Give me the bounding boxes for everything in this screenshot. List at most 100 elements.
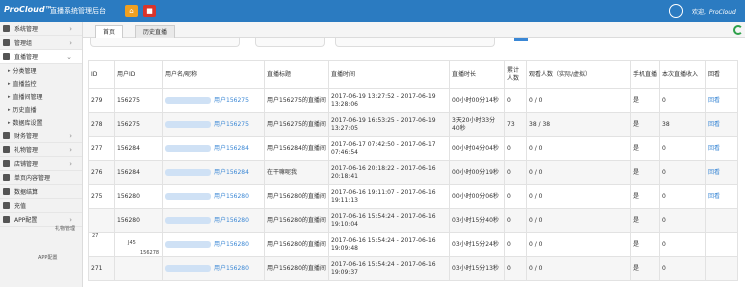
cell-title: 用户156280的直播间 <box>264 256 329 281</box>
cell-viewers: 0 / 0 <box>526 136 631 161</box>
nickname-link[interactable]: 用户156280 <box>214 265 249 272</box>
nickname-link[interactable]: 用户156275 <box>214 121 249 128</box>
redacted-name <box>165 264 211 272</box>
cell-mobile: 是 <box>630 88 660 113</box>
settings-icon <box>3 25 10 32</box>
monitor-icon <box>3 39 10 46</box>
top-header: ProCloud™ 直播系统管理后台 ⌂ ■ 欢迎, ProCloud <box>0 0 745 22</box>
col-income: 本次直播收入 <box>659 60 706 89</box>
cell-time: 2017-06-17 07:42:50 - 2017-06-17 07:46:5… <box>328 136 450 161</box>
sidebar-item-recharge[interactable]: 充值 <box>0 199 82 213</box>
cell-mobile: 是 <box>630 184 660 209</box>
sidebar-item-label: 财务管理 <box>14 133 39 140</box>
cell-id: 271 <box>88 256 115 281</box>
cell-username: 用户156280 <box>162 208 265 233</box>
filter-field[interactable] <box>90 38 240 47</box>
table-row: 156280 用户156280 用户156280的直播间 2017-06-16 … <box>88 208 738 233</box>
cell-username: 用户156284 <box>162 160 265 185</box>
sidebar-subitem-label: 直播间管理 <box>12 94 43 101</box>
home-icon: ⌂ <box>129 7 134 15</box>
cell-duration: 03小时15分24秒 <box>449 232 505 257</box>
ghost-id: 27 <box>92 233 99 239</box>
sidebar-subitem-history[interactable]: ▸ 历史直播 <box>0 103 82 116</box>
filter-field[interactable] <box>255 38 325 47</box>
chevron-down-icon: ⌄ <box>66 52 72 61</box>
cell-replay <box>705 232 738 257</box>
cell-username: 用户156280 <box>162 184 265 209</box>
replay-link[interactable]: 回看 <box>708 193 720 200</box>
cell-mobile: 是 <box>630 208 660 233</box>
col-total: 累计人数 <box>504 60 527 89</box>
cell-total: 0 <box>504 208 527 233</box>
sidebar-subitem-monitor[interactable]: ▸ 直播监控 <box>0 77 82 90</box>
cell-total: 0 <box>504 160 527 185</box>
tab-bar: 首页 历史直播 <box>83 22 745 38</box>
cell-duration: 00小时00分14秒 <box>449 88 505 113</box>
avatar[interactable] <box>669 4 683 18</box>
cell-replay <box>705 256 738 281</box>
sidebar-item-finance[interactable]: 财务管理 › <box>0 129 82 143</box>
sidebar-subitem-db[interactable]: ▸ 数据库设置 <box>0 116 82 129</box>
nickname-link[interactable]: 用户156280 <box>214 217 249 224</box>
col-replay: 回看 <box>705 60 738 89</box>
nickname-link[interactable]: 用户156280 <box>214 241 249 248</box>
cell-income: 0 <box>659 184 706 209</box>
replay-link[interactable]: 回看 <box>708 97 720 104</box>
redacted-name <box>165 216 211 224</box>
gear-icon <box>3 216 10 223</box>
tab-history[interactable]: 历史直播 <box>135 25 176 38</box>
nickname-link[interactable]: 用户156284 <box>214 145 249 152</box>
table-row: 271 用户156280 用户156280的直播间 2017-06-16 15:… <box>88 256 738 281</box>
nickname-link[interactable]: 用户156284 <box>214 169 249 176</box>
cell-time: 2017-06-16 19:11:07 - 2017-06-16 19:11:1… <box>328 184 450 209</box>
cell-total: 0 <box>504 88 527 113</box>
replay-link[interactable]: 回看 <box>708 121 720 128</box>
sidebar-item-admin-group[interactable]: 管理组 › <box>0 36 82 50</box>
cell-username: 用户156280 <box>162 256 265 281</box>
sidebar-subitem-rooms[interactable]: ▸ 直播间管理 <box>0 90 82 103</box>
redacted-name <box>165 240 211 248</box>
replay-link[interactable]: 回看 <box>708 169 720 176</box>
cell-title: 用户156280的直播间 <box>264 184 329 209</box>
cell-id: 277 <box>88 136 115 161</box>
sidebar-item-live[interactable]: 直播管理 ⌄ <box>0 50 82 64</box>
nickname-link[interactable]: 用户156280 <box>214 193 249 200</box>
home-button[interactable]: ⌂ <box>125 5 138 17</box>
page-icon <box>3 174 10 181</box>
search-button[interactable] <box>514 38 528 41</box>
caret-icon: ▸ <box>8 93 11 100</box>
caret-icon: ▸ <box>8 80 11 87</box>
chevron-right-icon: › <box>69 131 72 140</box>
nickname-link[interactable]: 用户156275 <box>214 97 249 104</box>
cell-viewers: 38 / 38 <box>526 112 631 137</box>
sidebar-subitem-category[interactable]: ▸ 分类管理 <box>0 64 82 77</box>
sidebar-item-label: 管理组 <box>14 40 33 47</box>
table-header-row: ID 用户ID 用户名/昵称 直播标题 直播时间 直播时长 累计人数 观看人数（… <box>88 60 738 89</box>
cell-total: 0 <box>504 136 527 161</box>
caret-icon: ▸ <box>8 67 11 74</box>
cell-duration: 03小时15分40秒 <box>449 208 505 233</box>
tab-home[interactable]: 首页 <box>95 25 124 38</box>
filter-field[interactable] <box>335 38 495 47</box>
cell-replay: 回看 <box>705 184 738 209</box>
filter-bar <box>90 38 735 50</box>
username[interactable]: ProCloud <box>709 9 736 16</box>
cell-total: 0 <box>504 184 527 209</box>
sidebar-item-gift[interactable]: 礼物管理 › <box>0 143 82 157</box>
ghost-label: APP配置 <box>38 255 58 261</box>
cell-id: 279 <box>88 88 115 113</box>
sidebar-item-page[interactable]: 单页内容管理 <box>0 171 82 185</box>
replay-link[interactable]: 回看 <box>708 145 720 152</box>
shop-icon <box>3 160 10 167</box>
cell-time: 2017-06-19 16:53:25 - 2017-06-19 13:27:0… <box>328 112 450 137</box>
sidebar-item-shop[interactable]: 店铺管理 › <box>0 157 82 171</box>
cell-mobile: 是 <box>630 112 660 137</box>
refresh-icon[interactable] <box>733 25 743 35</box>
sidebar-item-system[interactable]: 系统管理 › <box>0 22 82 36</box>
cell-replay: 回看 <box>705 88 738 113</box>
cell-title: 用户156284的直播间 <box>264 136 329 161</box>
sidebar-item-settlement[interactable]: 数据结算 <box>0 185 82 199</box>
cell-income: 0 <box>659 232 706 257</box>
cell-uid: 156284 <box>114 136 163 161</box>
stop-button[interactable]: ■ <box>143 5 156 17</box>
